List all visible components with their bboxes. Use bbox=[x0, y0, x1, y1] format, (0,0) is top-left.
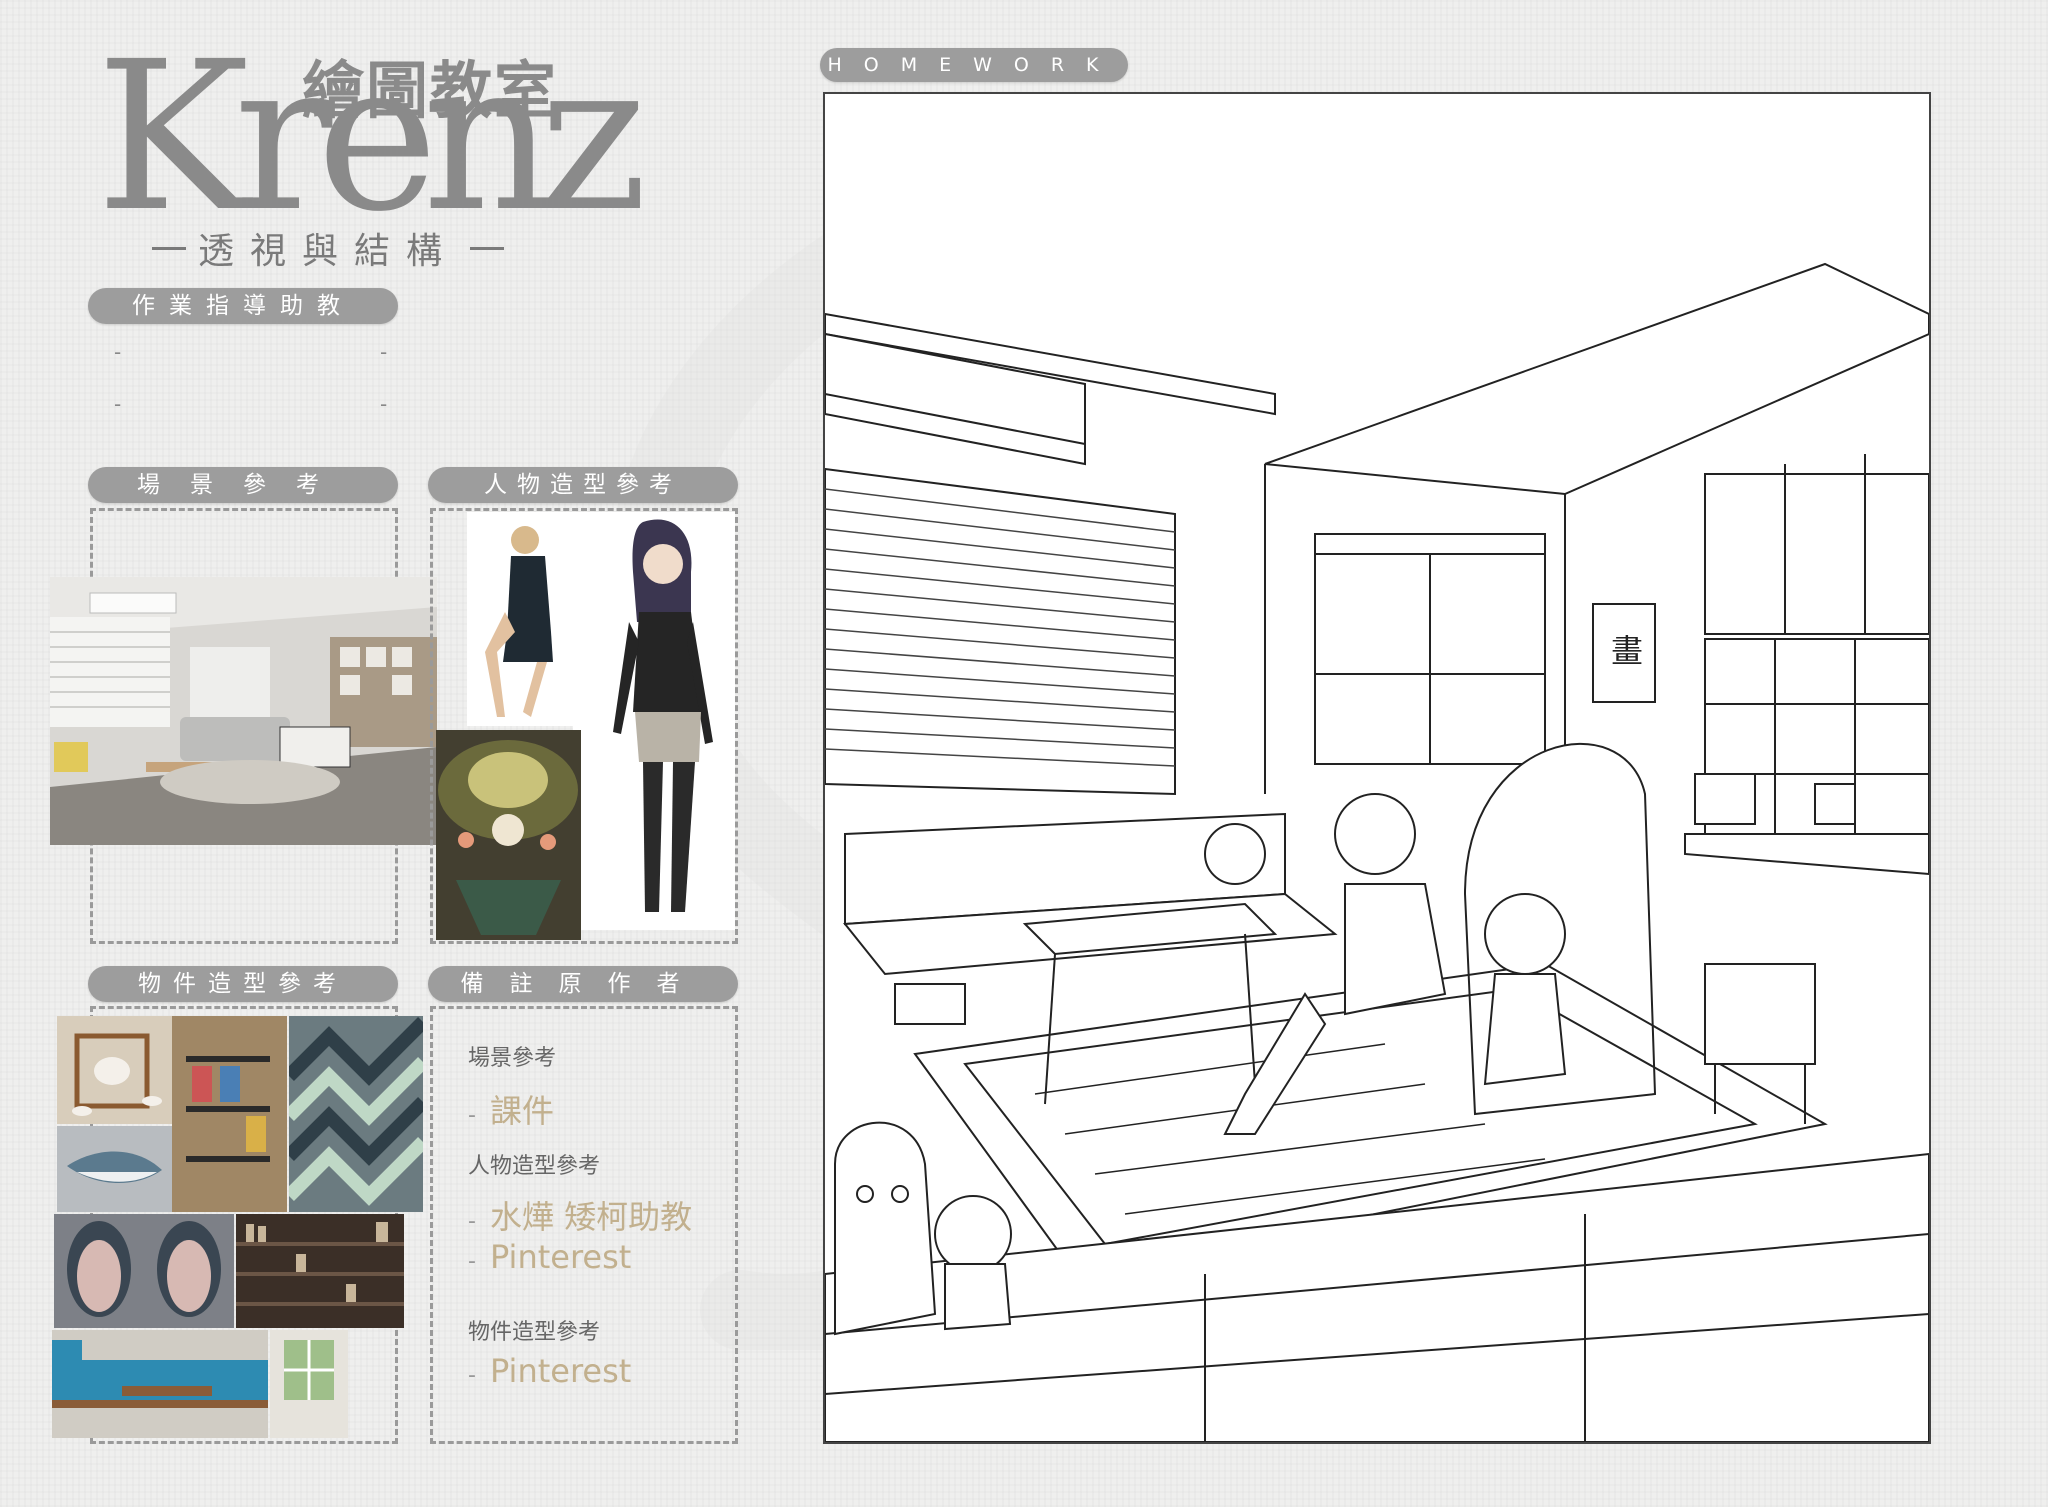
woman-seated-photo-icon bbox=[467, 512, 573, 726]
credits-scene-link[interactable]: 課件 bbox=[490, 1086, 554, 1132]
dash-left bbox=[152, 246, 186, 250]
pod-chair-photo-icon bbox=[54, 1214, 234, 1328]
logo-brand: Krenz bbox=[96, 17, 647, 257]
tea-set-photo-icon bbox=[57, 1016, 172, 1124]
svg-text:畫: 畫 bbox=[1611, 632, 1643, 670]
credits-object-item[interactable]: - Pinterest bbox=[468, 1352, 631, 1390]
homework-frame: 畫 bbox=[823, 92, 1931, 1444]
chevron-rug-photo-icon bbox=[289, 1016, 423, 1212]
tutor-slot-4: - bbox=[380, 392, 388, 416]
credits-object-heading: 物件造型參考 bbox=[468, 1320, 601, 1345]
logo-subtitle-row: 透視與結構 bbox=[140, 222, 520, 274]
bookcase-photo-icon bbox=[236, 1214, 404, 1328]
credits-scene-heading: 場景參考 bbox=[468, 1046, 557, 1071]
credits-character-item-2[interactable]: - Pinterest bbox=[468, 1238, 631, 1276]
dash-right bbox=[470, 246, 505, 250]
shark-plush-photo-icon bbox=[57, 1126, 172, 1212]
credits-character-item-1[interactable]: - 水燁 矮柯助教 bbox=[468, 1192, 692, 1238]
magazine-rack-photo-icon bbox=[172, 1016, 287, 1212]
credits-character-link-1[interactable]: 水燁 矮柯助教 bbox=[490, 1192, 692, 1238]
tutor-label: 作業指導助教 bbox=[88, 288, 398, 324]
credits-object-link[interactable]: Pinterest bbox=[490, 1352, 631, 1390]
credits-scene-item[interactable]: - 課件 bbox=[468, 1086, 554, 1132]
tutor-slot-3: - bbox=[114, 392, 122, 416]
dash: - bbox=[468, 1103, 476, 1128]
credits-character-heading: 人物造型參考 bbox=[468, 1154, 601, 1179]
blue-sofa-photo-icon bbox=[52, 1330, 268, 1438]
fantasy-painting-icon bbox=[436, 730, 581, 940]
dash: - bbox=[468, 1209, 476, 1234]
dash: - bbox=[468, 1249, 476, 1274]
anime-girl-illustration-icon bbox=[573, 512, 735, 930]
window-photo-icon bbox=[270, 1330, 348, 1438]
scene-ref-label: 場景參考 bbox=[88, 467, 398, 503]
tutor-slot-1: - bbox=[114, 340, 122, 364]
homework-label: HOMEWORK bbox=[820, 48, 1128, 82]
line-art-interior-scene-icon: 畫 bbox=[825, 262, 1929, 1442]
logo-subtitle: 透視與結構 bbox=[198, 231, 459, 272]
character-ref-label: 人物造型參考 bbox=[428, 467, 738, 503]
dash: - bbox=[468, 1363, 476, 1388]
object-ref-label: 物件造型參考 bbox=[88, 966, 398, 1002]
tutor-slot-2: - bbox=[380, 340, 388, 364]
credits-label: 備註原作者 bbox=[428, 966, 738, 1002]
living-room-photo-icon bbox=[50, 577, 437, 845]
credits-character-link-2[interactable]: Pinterest bbox=[490, 1238, 631, 1276]
